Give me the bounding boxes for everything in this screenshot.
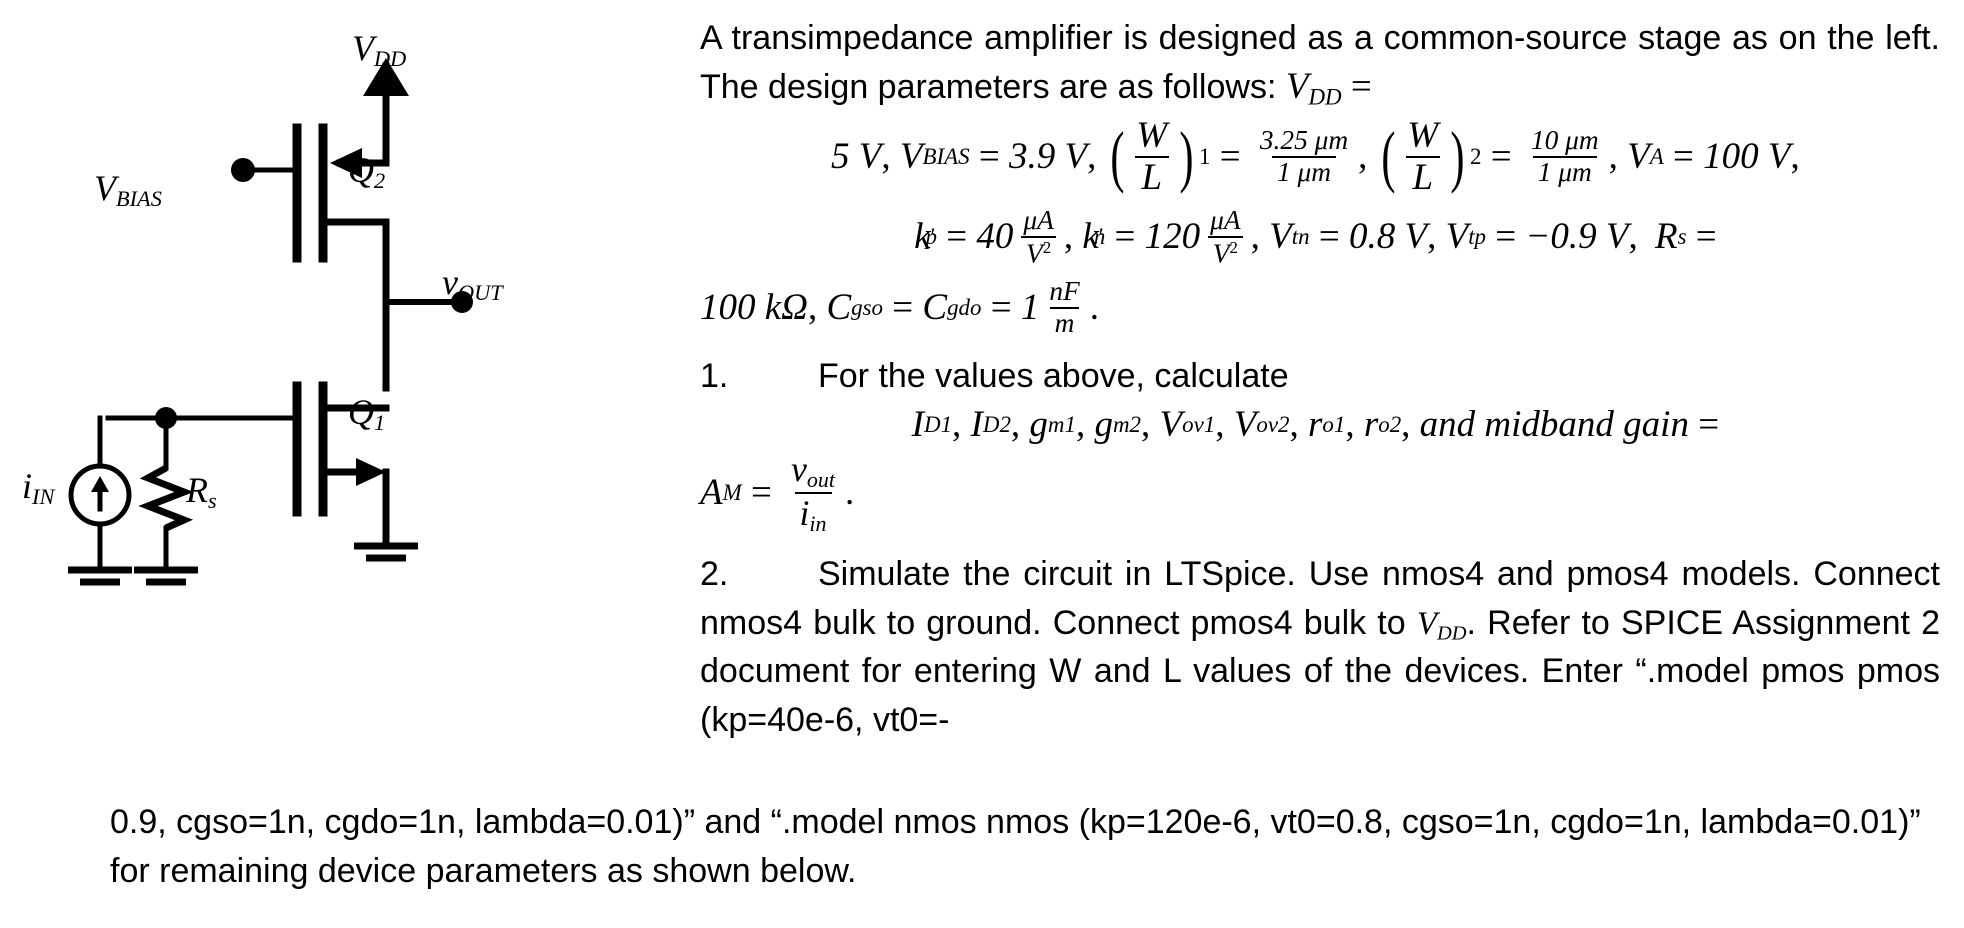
task-2-vdd-math: VDD	[1416, 605, 1467, 645]
label-rs: Rs	[186, 470, 217, 514]
task-1-text: For the values above, calculate	[818, 356, 1289, 395]
intro-vdd-math: VDD =	[1285, 65, 1381, 110]
params-line-1: 5 V, V BIAS = 3.9 V, (W L) 1 = 3.25 μm 1 μm,…	[831, 115, 1809, 198]
vbias-value: 3.9 V	[1008, 135, 1088, 177]
label-q2-sub: 2	[374, 168, 386, 194]
rs-resistor-zigzag	[138, 464, 194, 532]
problem-statement: A transimpedance amplifier is designed a…	[700, 14, 1940, 745]
cap-value: 1	[1020, 286, 1040, 328]
label-iin: iIN	[22, 466, 54, 510]
task-1-number: 1.	[700, 356, 729, 395]
label-q1: Q1	[348, 392, 385, 436]
label-vout-text: v	[442, 262, 458, 302]
rs-value: 100 kΩ	[700, 286, 808, 328]
vtn-value: 0.8 V	[1348, 216, 1428, 257]
label-rs-text: R	[186, 470, 208, 510]
intro-paragraph: A transimpedance amplifier is designed a…	[700, 14, 1940, 111]
kn-value: 120	[1144, 216, 1201, 257]
label-q1-text: Q	[348, 392, 374, 432]
input-node-dot	[155, 407, 177, 429]
label-vout-sub: OUT	[457, 280, 503, 306]
task-1-paragraph: 1. For the values above, calculate	[700, 352, 1940, 401]
wl-1-value: 3.25 μm 1 μm	[1259, 125, 1349, 187]
label-iin-sub: IN	[32, 484, 55, 510]
wl-2-value: 10 μm 1 μm	[1530, 125, 1599, 187]
cap-unit: nF m	[1049, 275, 1080, 338]
task-2-continued: 0.9, cgso=1n, cgdo=1n, lambda=0.01)” and…	[110, 798, 1940, 895]
wl-2-ratio: (W L) 2	[1380, 115, 1482, 198]
label-q2-text: Q	[348, 150, 374, 190]
ground-symbol-iin	[68, 566, 132, 586]
am-fraction: vout iin	[791, 448, 835, 537]
ground-symbol-q1	[354, 542, 418, 562]
task-1-am-equation: AM = vout iin.	[700, 448, 855, 537]
label-vdd-sub: DD	[374, 46, 407, 72]
task-2-text-part3: 0.9, cgso=1n, cgdo=1n, lambda=0.01)” and…	[110, 803, 1921, 890]
params-line-2: k ′ p = 40 μA V2, k ′ n = 120 μA V2, Vtn = 0.8 V…	[914, 204, 1726, 268]
label-vbias-sub: BIAS	[116, 186, 162, 212]
label-iin-text: i	[22, 466, 33, 506]
q1-source-arrowhead	[356, 458, 386, 486]
label-vout: vOUT	[442, 262, 503, 306]
task-1-math-list: I D1, I D2, g m1, g m2, Vov1, Vov2, r o1, r o2…	[911, 404, 1729, 446]
label-q1-sub: 1	[374, 410, 386, 436]
ground-symbol-rs	[134, 566, 198, 586]
label-vbias: VBIAS	[94, 168, 162, 212]
vdd-value: 5 V	[831, 135, 882, 177]
label-q2: Q2	[348, 150, 385, 194]
kp-value: 40	[976, 216, 1014, 257]
va-value: 100 V	[1703, 135, 1791, 177]
label-rs-sub: s	[208, 488, 217, 514]
kn-unit: μA V2	[1205, 206, 1245, 268]
params-line-3: 100 kΩ, Cgso = Cgdo = 1 nF m.	[700, 275, 1100, 338]
circuit-diagram: VDD VBIAS Q2 vOUT Q1 iIN Rs	[0, 0, 700, 800]
wl-1-ratio: (W L) 1	[1109, 115, 1211, 198]
task-2-number: 2.	[700, 555, 729, 594]
label-vdd-text: V	[352, 28, 374, 68]
label-vdd: VDD	[352, 28, 406, 72]
vbias-node-dot	[231, 158, 255, 182]
label-vbias-text: V	[94, 168, 116, 208]
task-1-math-tail: and midband gain	[1419, 404, 1689, 446]
kp-unit: μA V2	[1018, 206, 1058, 268]
current-source-arrowhead	[91, 476, 109, 492]
task-2-paragraph: 2. Simulate the circuit in LTSpice. Use n…	[700, 550, 1940, 744]
vtp-value: −0.9 V	[1525, 216, 1629, 257]
